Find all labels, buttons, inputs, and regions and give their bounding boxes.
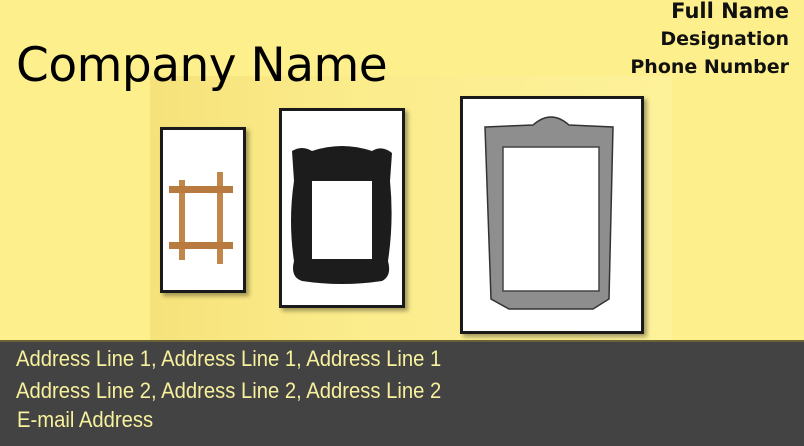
silver-ornate-frame-icon [484,116,614,310]
wooden-frame-picture [160,127,246,293]
phone-number: Phone Number [630,56,789,78]
picture-frames-photo [150,76,672,340]
silver-frame-picture [460,96,644,334]
black-ornate-frame-icon [291,146,392,284]
full-name: Full Name [671,0,789,23]
email-address: E-mail Address [17,407,154,432]
address-footer: Address Line 1, Address Line 1, Address … [0,340,804,446]
contact-info: Full Name Designation Phone Number [630,0,789,81]
wooden-frame-icon [169,172,233,264]
address-line-2: Address Line 2, Address Line 2, Address … [16,378,442,403]
company-name: Company Name [16,38,388,93]
designation: Designation [660,28,789,50]
black-frame-picture [279,108,405,308]
address-line-1: Address Line 1, Address Line 1, Address … [16,346,442,371]
